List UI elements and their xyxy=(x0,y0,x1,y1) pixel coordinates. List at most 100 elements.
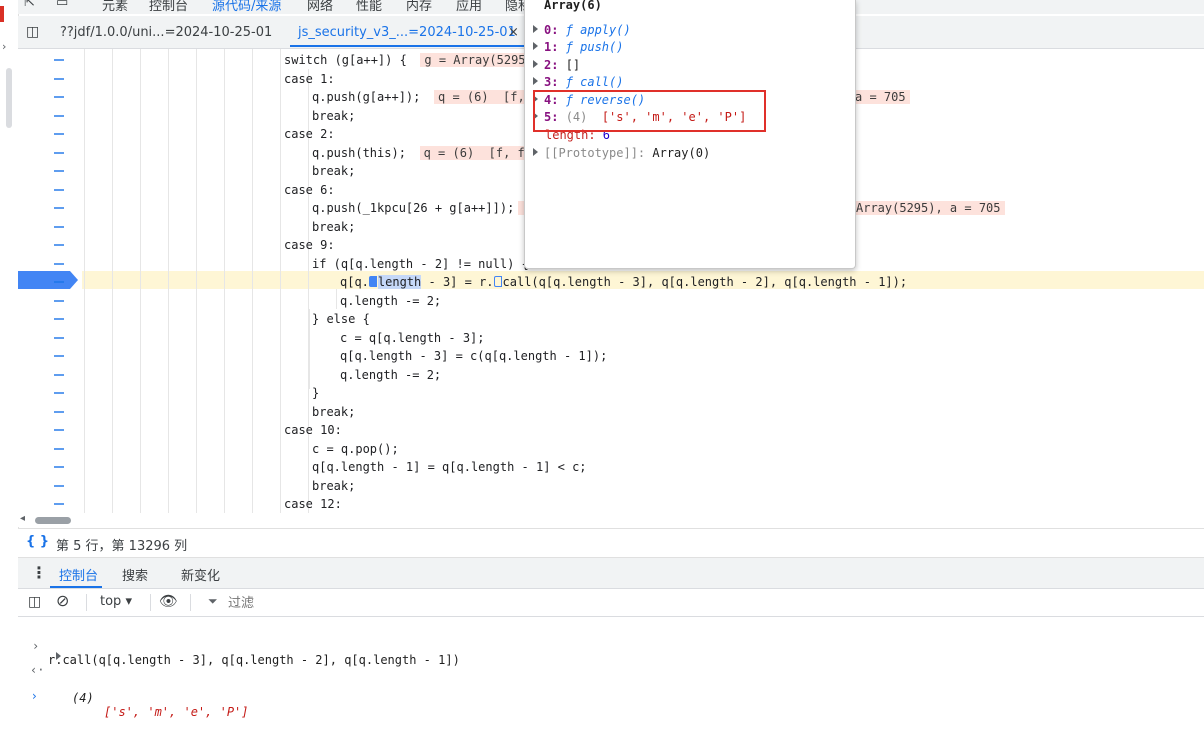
filter-input[interactable] xyxy=(226,592,630,614)
expand-triangle-icon[interactable] xyxy=(533,60,538,68)
gutter-line-marker[interactable] xyxy=(54,207,64,209)
pretty-print-icon[interactable]: { } xyxy=(26,534,49,549)
gutter-line-marker[interactable] xyxy=(54,429,64,431)
code-line[interactable]: case 6: xyxy=(284,181,335,199)
code-line[interactable]: break; xyxy=(312,403,355,421)
tab-sources[interactable]: 源代码/来源 xyxy=(212,0,281,14)
code-line[interactable]: } xyxy=(312,384,319,402)
code-line[interactable]: case 9: xyxy=(284,236,335,254)
popover-row[interactable]: 3: ƒ call() xyxy=(533,74,623,91)
inline-variable-value: q = (6) [f, xyxy=(434,90,529,104)
execution-pointer-marker[interactable] xyxy=(18,271,78,289)
code-line[interactable]: q[q.length - 3] = c(q[q.length - 1]); xyxy=(340,347,607,365)
inline-variable-value: a = 705 xyxy=(851,90,910,104)
tab-application[interactable]: 应用 xyxy=(456,0,482,14)
gutter-line-marker[interactable] xyxy=(54,59,64,61)
close-tab-icon[interactable]: × xyxy=(508,25,519,40)
expand-triangle-icon[interactable] xyxy=(533,25,538,33)
expand-triangle-icon[interactable] xyxy=(533,148,538,156)
tab-console[interactable]: 控制台 xyxy=(149,0,188,14)
popover-row[interactable]: 1: ƒ push() xyxy=(533,39,623,56)
code-line[interactable]: case 1: xyxy=(284,70,335,88)
chevron-right-icon[interactable]: › xyxy=(2,40,6,53)
file-tab-uni[interactable]: ??jdf/1.0.0/uni...=2024-10-25-01 xyxy=(60,25,272,40)
code-line[interactable]: q[q. length - 3] = r. call(q[q.length - 3]… xyxy=(340,273,907,291)
gutter-line-marker[interactable] xyxy=(54,170,64,172)
code-line[interactable]: q[q.length - 1] = q[q.length - 1] < c; xyxy=(312,458,587,476)
code-line[interactable]: break; xyxy=(312,107,355,125)
gutter-line-marker[interactable] xyxy=(54,392,64,394)
editor-horizontal-scrollbar[interactable]: ◂ xyxy=(18,513,1204,527)
gutter-line-marker[interactable] xyxy=(54,355,64,357)
code-line[interactable]: q.length -= 2; xyxy=(340,292,441,310)
gutter-line-marker[interactable] xyxy=(54,225,64,228)
code-line[interactable]: c = q.pop(); xyxy=(312,440,399,458)
more-options-icon[interactable]: ⋮ xyxy=(31,563,47,582)
inline-breakpoint-icon[interactable] xyxy=(368,276,377,287)
code-line[interactable]: } else { xyxy=(312,310,370,328)
code-line[interactable]: c = q[q.length - 3]; xyxy=(340,329,485,347)
gutter-line-marker[interactable] xyxy=(54,299,64,302)
gutter-line-marker[interactable] xyxy=(54,410,64,413)
code-line[interactable]: switch (g[a++]) { xyxy=(284,51,407,69)
toolbar-divider xyxy=(86,594,87,611)
expand-triangle-icon[interactable] xyxy=(533,42,538,50)
popover-row[interactable]: 0: ƒ apply() xyxy=(533,22,631,39)
scrollbar-thumb[interactable] xyxy=(35,517,71,524)
gutter-line-marker[interactable] xyxy=(54,262,64,265)
object-preview-popover[interactable]: Array(6) 0: ƒ apply() 1: ƒ push() 2: [] 3: … xyxy=(524,0,856,269)
popover-row[interactable]: 2: [] xyxy=(533,57,580,74)
gutter-line-marker[interactable] xyxy=(54,466,64,468)
popover-row[interactable]: [[Prototype]]: Array(0) xyxy=(533,145,710,162)
device-toolbar-icon[interactable]: ▭ xyxy=(56,0,68,10)
gutter-line-marker[interactable] xyxy=(54,484,64,487)
code-line[interactable]: break; xyxy=(312,162,355,180)
tab-performance[interactable]: 性能 xyxy=(356,0,382,14)
expand-triangle-icon[interactable] xyxy=(533,77,538,85)
gutter-line-marker[interactable] xyxy=(54,96,64,98)
gutter-line-marker[interactable] xyxy=(54,77,64,80)
console-prompt[interactable]: › xyxy=(18,675,1204,717)
eye-icon[interactable]: 👁 xyxy=(159,592,178,610)
expand-triangle-icon[interactable] xyxy=(56,650,67,664)
gutter-line-marker[interactable] xyxy=(54,114,64,117)
show-sidebar-icon[interactable]: ◫ xyxy=(28,594,41,610)
vertical-scrollbar[interactable] xyxy=(6,68,12,128)
toggle-navigator-icon[interactable]: ◫ xyxy=(26,24,39,40)
file-tab-js-security[interactable]: js_security_v3_...=2024-10-25-01 xyxy=(298,25,516,40)
clear-console-icon[interactable]: ⊘ xyxy=(56,591,69,610)
tab-elements[interactable]: 元素 xyxy=(102,0,128,14)
gutter-line-marker[interactable] xyxy=(54,503,64,505)
drawer-tab-search[interactable]: 搜索 xyxy=(122,565,148,584)
tab-network[interactable]: 网络 xyxy=(307,0,333,14)
red-indicator xyxy=(0,6,4,22)
drawer-tab-console[interactable]: 控制台 xyxy=(59,565,98,584)
code-line[interactable]: q.length -= 2; xyxy=(340,366,441,384)
code-line[interactable]: case 12: xyxy=(284,495,342,513)
inline-breakpoint-icon[interactable] xyxy=(493,276,502,287)
code-line[interactable]: if (q[q.length - 2] != null) { xyxy=(312,255,529,273)
gutter-line-marker[interactable] xyxy=(54,281,64,283)
gutter-line-marker[interactable] xyxy=(54,447,64,450)
gutter-line-marker[interactable] xyxy=(54,318,64,320)
code-line[interactable]: case 10: xyxy=(284,421,342,439)
code-line[interactable]: q.push(this); xyxy=(312,144,406,162)
context-select[interactable]: top ▾ xyxy=(100,594,132,609)
console-output[interactable]: › r.call(q[q.length - 3], q[q.length - 2… xyxy=(18,617,1204,726)
inspect-icon[interactable]: ⇱ xyxy=(24,0,35,10)
drawer-tab-changes[interactable]: 新变化 xyxy=(181,565,220,584)
gutter-line-marker[interactable] xyxy=(54,188,64,191)
code-line[interactable]: q.push(_1kpcu[26 + g[a++]]); xyxy=(312,199,514,217)
tab-memory[interactable]: 内存 xyxy=(406,0,432,14)
scroll-left-arrow-icon[interactable]: ◂ xyxy=(20,513,25,524)
gutter-line-marker[interactable] xyxy=(54,244,64,246)
gutter-line-marker[interactable] xyxy=(54,133,64,135)
code-line[interactable]: case 2: xyxy=(284,125,335,143)
filter-box[interactable]: ⏷ xyxy=(202,592,1202,614)
gutter-line-marker[interactable] xyxy=(54,373,64,376)
gutter-line-marker[interactable] xyxy=(54,336,64,339)
code-line[interactable]: q.push(g[a++]); xyxy=(312,88,420,106)
code-line[interactable]: break; xyxy=(312,477,355,495)
gutter-line-marker[interactable] xyxy=(54,151,64,154)
code-line[interactable]: break; xyxy=(312,218,355,236)
